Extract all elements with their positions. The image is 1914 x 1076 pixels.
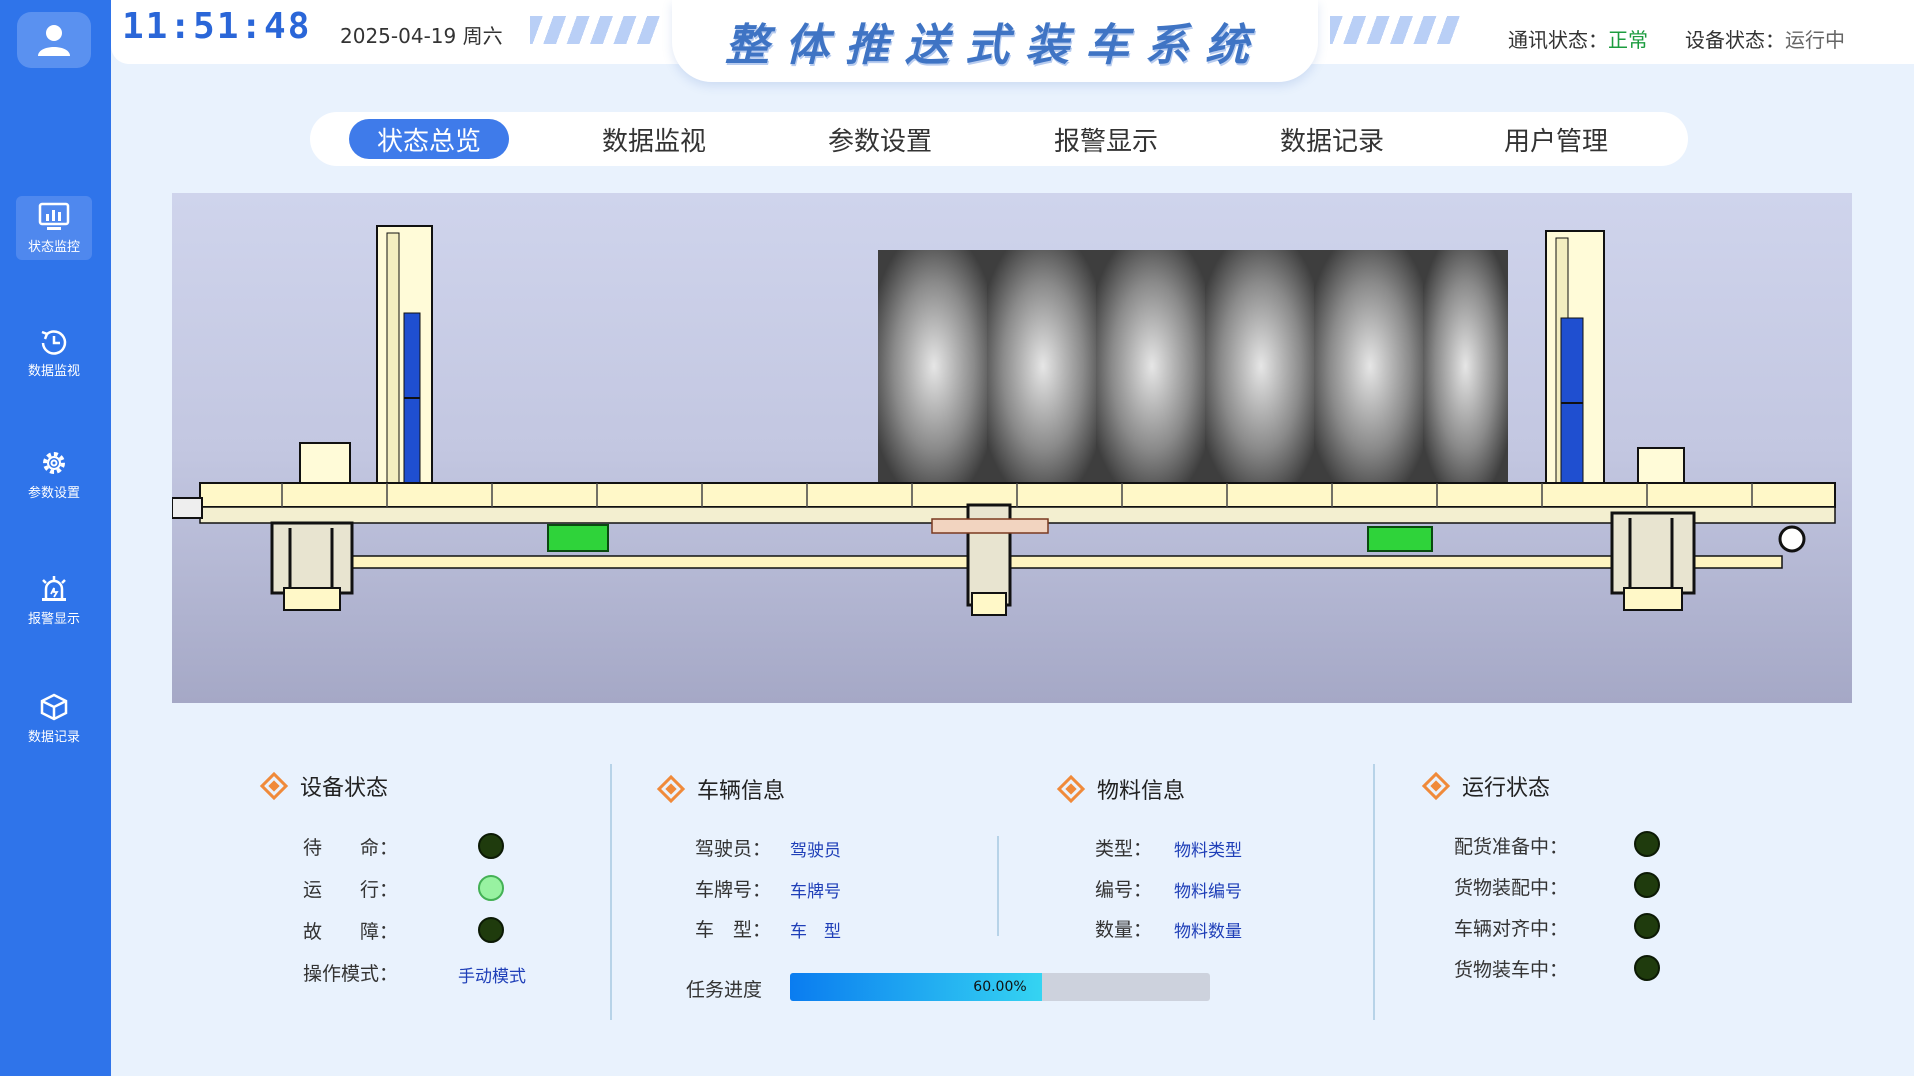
driver-label: 驾驶员： <box>695 838 772 860</box>
assembling-label: 货物装配中： <box>1454 877 1569 899</box>
tab-parameters[interactable]: 参数设置 <box>800 119 960 159</box>
tab-data-monitor[interactable]: 数据监视 <box>574 119 734 159</box>
vehicle-type-value: 车 型 <box>790 922 841 942</box>
operation-mode-label: 操作模式： <box>303 963 399 985</box>
sidebar-item-label: 数据监视 <box>27 363 80 379</box>
section-vehicle-info: 车辆信息 <box>656 773 786 805</box>
standby-indicator <box>478 833 504 859</box>
green-sensor-right <box>1367 526 1433 552</box>
section-title: 物料信息 <box>1097 779 1186 804</box>
material-code-value: 物料编号 <box>1174 882 1242 902</box>
device-status: 设备状态：运行中 <box>1685 24 1845 53</box>
section-run-status: 运行状态 <box>1421 770 1551 802</box>
plate-value: 车牌号 <box>790 882 841 902</box>
comm-status-label: 通讯状态： <box>1508 28 1608 52</box>
page-title: 整体推送式装车系统 <box>725 20 1265 71</box>
sidebar-item-label: 报警显示 <box>27 611 80 627</box>
device-status-label: 设备状态： <box>1685 28 1785 52</box>
user-icon <box>38 25 70 56</box>
section-material-info: 物料信息 <box>1056 773 1186 805</box>
loading-indicator <box>1634 955 1660 981</box>
sidebar-item-records[interactable]: 数据记录 <box>16 686 92 750</box>
diamond-icon <box>656 774 686 804</box>
sidebar-item-label: 数据记录 <box>27 729 80 745</box>
box-icon <box>40 693 68 720</box>
sidebar: 状态监控 数据监视 参数设置 报警显示 数据记录 <box>0 0 111 1076</box>
title-plate: 整体推送式装车系统 <box>672 0 1318 82</box>
loading-label: 货物装车中： <box>1454 959 1569 981</box>
aligning-label: 车辆对齐中： <box>1454 918 1569 940</box>
clock-icon <box>41 329 67 355</box>
assembling-indicator <box>1634 872 1660 898</box>
device-status-value: 运行中 <box>1785 28 1845 52</box>
sidebar-item-data-monitor[interactable]: 数据监视 <box>16 320 92 384</box>
sidebar-item-parameters[interactable]: 参数设置 <box>16 442 92 506</box>
vehicle-type-label: 车 型： <box>695 919 772 941</box>
divider <box>1373 764 1375 1020</box>
diamond-icon <box>1056 774 1086 804</box>
machine-view <box>172 193 1852 703</box>
header-stripes-right <box>1330 16 1460 44</box>
main-tabs: 状态总览 数据监视 参数设置 报警显示 数据记录 用户管理 <box>310 112 1688 166</box>
operation-mode-value: 手动模式 <box>458 967 526 987</box>
section-title: 设备状态 <box>300 776 389 801</box>
date-display: 2025-04-19 周六 <box>340 24 503 48</box>
avatar[interactable] <box>17 12 91 68</box>
alarm-icon <box>42 575 66 601</box>
section-device-status: 设备状态 <box>259 770 389 802</box>
aligning-indicator <box>1634 913 1660 939</box>
plate-label: 车牌号： <box>695 879 772 901</box>
header-stripes-left <box>530 16 660 44</box>
material-type-label: 类型： <box>1095 838 1153 860</box>
comm-status: 通讯状态：正常 <box>1508 24 1648 53</box>
sidebar-item-status-monitor[interactable]: 状态监控 <box>16 196 92 260</box>
cargo-block <box>878 250 1508 482</box>
sidebar-item-label: 参数设置 <box>27 485 80 501</box>
standby-label: 待 命： <box>303 837 399 859</box>
section-title: 运行状态 <box>1462 776 1551 801</box>
running-label: 运 行： <box>303 879 399 901</box>
fault-label: 故 障： <box>303 921 399 943</box>
diamond-icon <box>259 771 289 801</box>
material-code-label: 编号： <box>1095 879 1153 901</box>
loading-machine-illustration <box>172 193 1852 703</box>
tab-alarms[interactable]: 报警显示 <box>1026 119 1186 159</box>
diamond-icon <box>1421 771 1451 801</box>
fault-indicator <box>478 917 504 943</box>
section-title: 车辆信息 <box>697 779 786 804</box>
clock: 11:51:48 <box>122 6 312 47</box>
task-progress-label: 任务进度 <box>686 979 763 1001</box>
task-progress-text: 60.00% <box>973 979 1027 995</box>
sidebar-item-alarms[interactable]: 报警显示 <box>16 568 92 632</box>
running-indicator <box>478 875 504 901</box>
gear-icon <box>43 451 65 474</box>
green-sensor-left <box>547 524 609 552</box>
monitor-icon <box>38 202 70 230</box>
leg-assembly-left <box>270 521 354 611</box>
sidebar-item-label: 状态监控 <box>27 239 80 255</box>
preparing-label: 配货准备中： <box>1454 836 1569 858</box>
material-type-value: 物料类型 <box>1174 841 1242 861</box>
tab-overview[interactable]: 状态总览 <box>349 119 509 159</box>
preparing-indicator <box>1634 831 1660 857</box>
lower-rail <box>311 555 1783 569</box>
divider <box>997 836 999 936</box>
comm-status-value: 正常 <box>1608 28 1648 52</box>
tab-records[interactable]: 数据记录 <box>1252 119 1412 159</box>
material-qty-label: 数量： <box>1095 919 1153 941</box>
task-progress-bar: 60.00% <box>790 973 1210 1001</box>
material-qty-value: 物料数量 <box>1174 922 1242 942</box>
driver-value: 驾驶员 <box>790 841 841 861</box>
tab-users[interactable]: 用户管理 <box>1476 119 1636 159</box>
divider <box>610 764 612 1020</box>
